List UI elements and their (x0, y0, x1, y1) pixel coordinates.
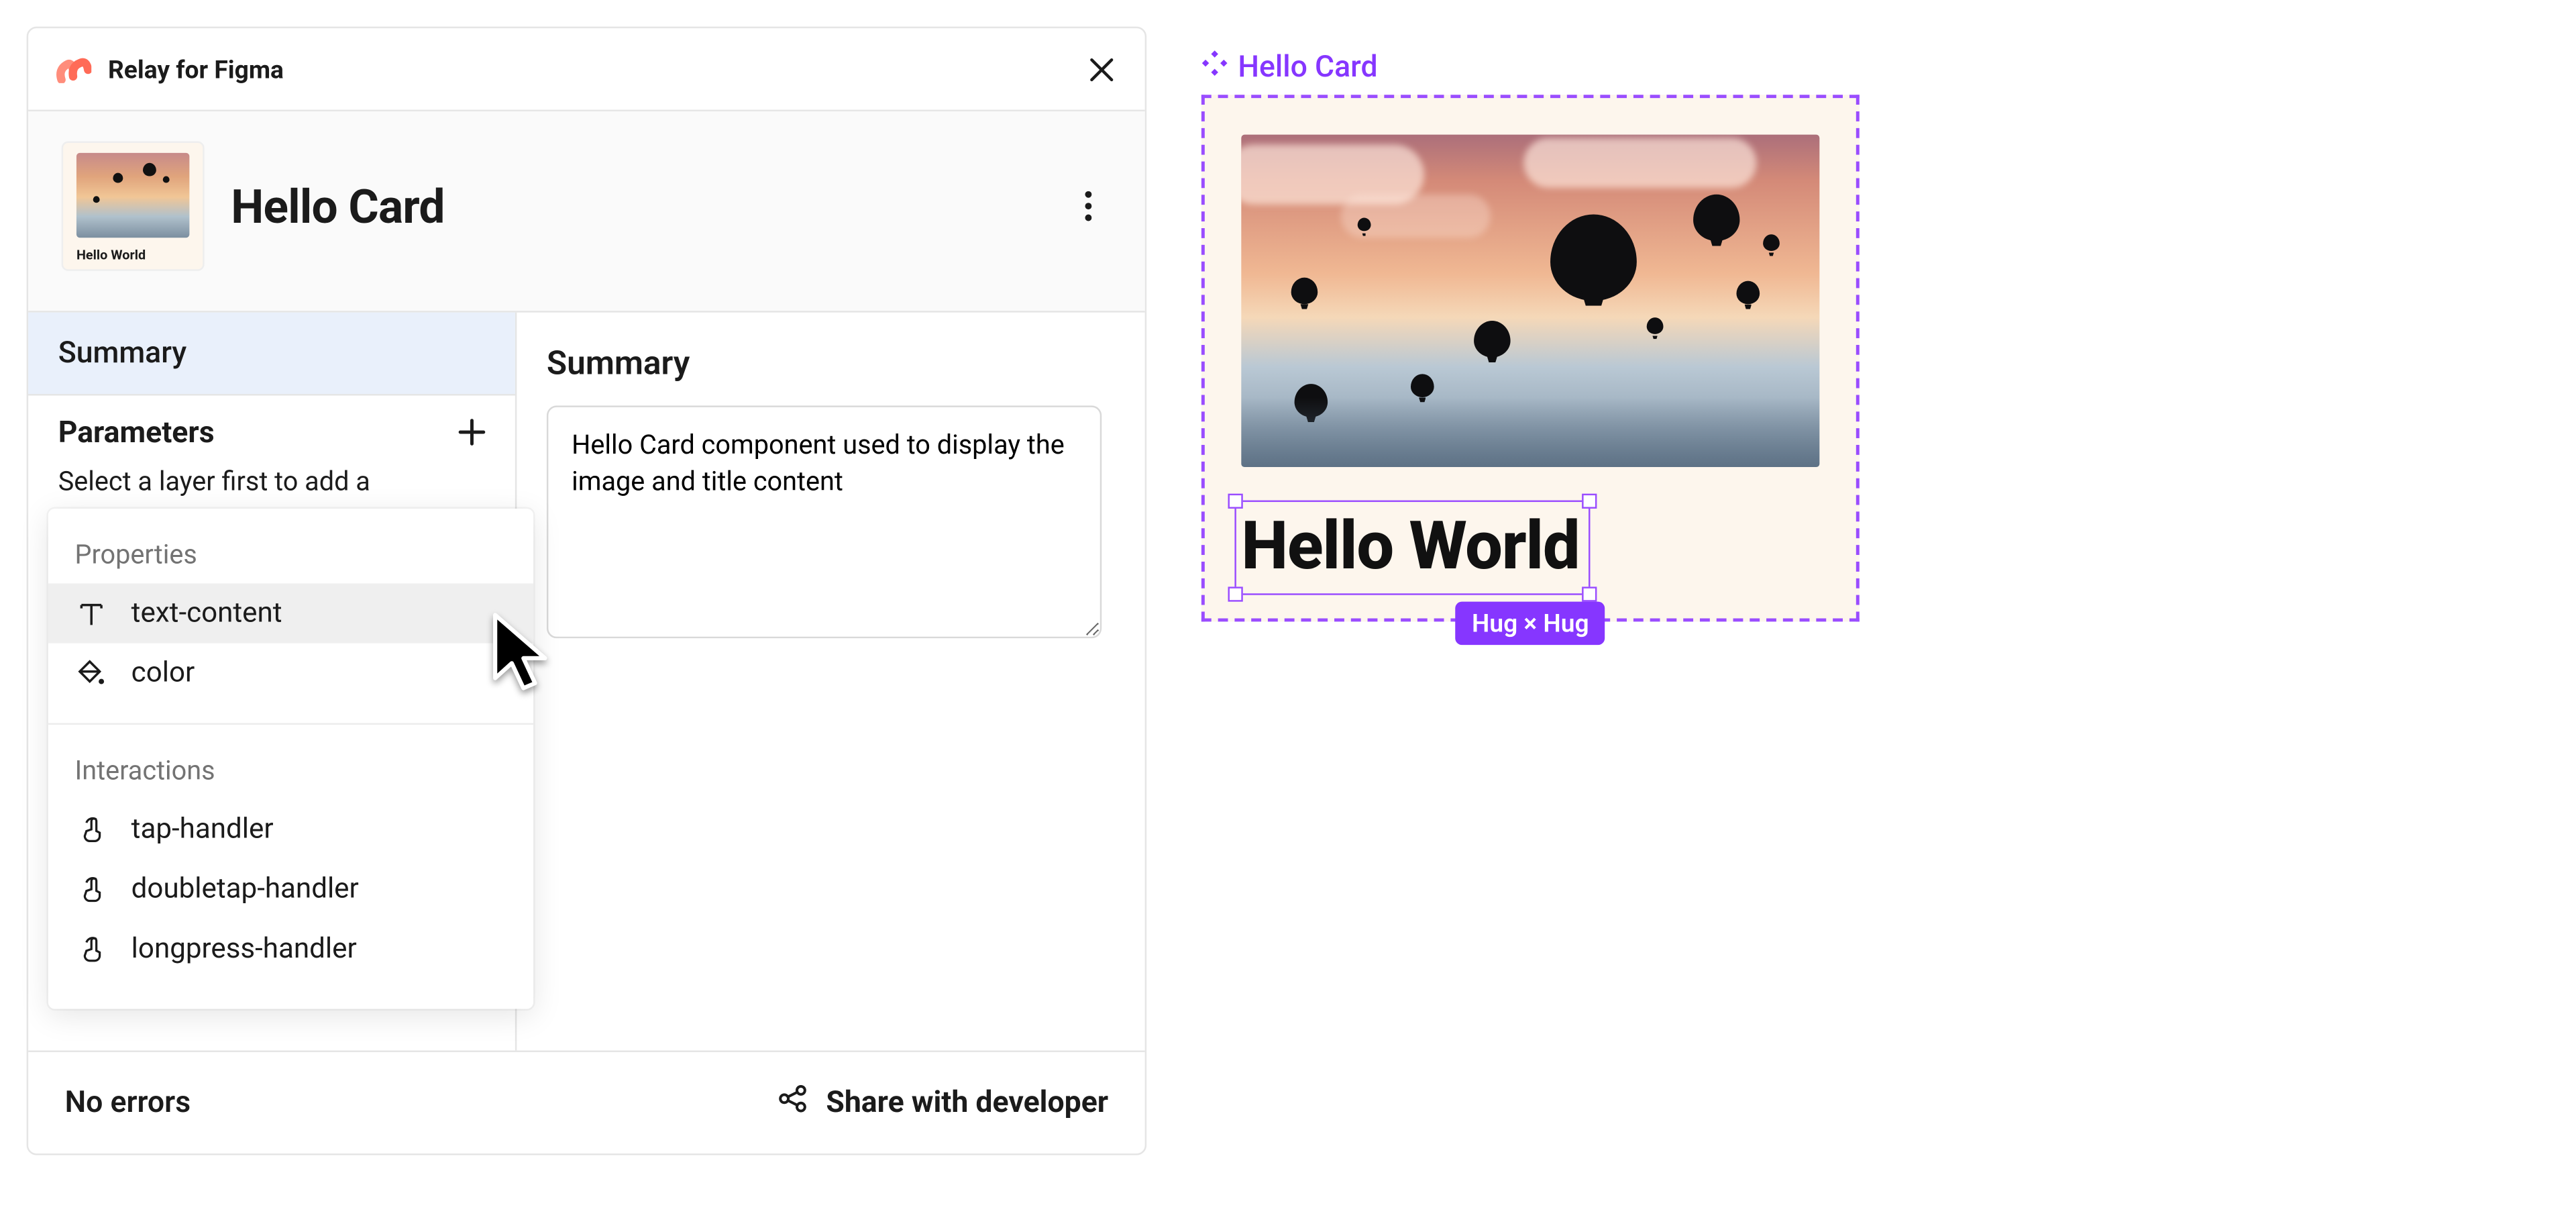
popover-item-text-content[interactable]: text-content (48, 583, 533, 643)
titlebar: Relay for Figma (28, 28, 1145, 111)
popover-group-properties: Properties (48, 529, 533, 584)
share-with-developer-button[interactable]: Share with developer (776, 1082, 1108, 1124)
component-frame-label[interactable]: Hello Card (1201, 50, 1860, 85)
popover-item-label: doubletap-handler (131, 872, 359, 906)
close-button[interactable] (1085, 52, 1118, 86)
tap-icon (74, 872, 108, 906)
add-parameter-popover: Properties text-content color Interactio… (48, 509, 533, 1009)
popover-item-color[interactable]: color (48, 644, 533, 703)
selection-handle[interactable] (1581, 586, 1596, 601)
tap-icon (74, 813, 108, 846)
hello-card-image (1241, 135, 1819, 467)
relay-logo-icon (55, 56, 91, 83)
popover-item-label: tap-handler (131, 813, 274, 846)
popover-separator (48, 723, 533, 724)
popover-item-longpress-handler[interactable]: longpress-handler (48, 919, 533, 979)
thumbnail-caption: Hello World (76, 248, 189, 262)
hello-card-text: Hello World (1241, 507, 1579, 584)
summary-textarea[interactable] (547, 405, 1102, 638)
main-content: Summary (517, 313, 1144, 1051)
popover-item-label: text-content (131, 597, 282, 630)
popover-item-label: color (131, 656, 195, 690)
share-label: Share with developer (826, 1085, 1108, 1120)
tap-icon (74, 933, 108, 966)
component-header: Hello World Hello Card (28, 111, 1145, 313)
tab-summary[interactable]: Summary (28, 313, 515, 396)
component-icon (1201, 50, 1228, 85)
popover-item-label: longpress-handler (131, 933, 357, 966)
autolayout-size-pill: Hug × Hug (1455, 602, 1605, 645)
app-title: Relay for Figma (108, 54, 284, 85)
component-thumbnail: Hello World (62, 142, 205, 271)
figma-canvas: Hello Card Hello World (1201, 50, 1860, 621)
fill-icon (74, 656, 108, 690)
status-text: No errors (65, 1085, 191, 1120)
share-icon (776, 1082, 810, 1124)
add-parameter-button[interactable] (452, 412, 492, 452)
thumbnail-image (76, 153, 189, 238)
titlebar-left: Relay for Figma (55, 54, 284, 85)
text-icon (74, 597, 108, 630)
hello-card-text-layer[interactable]: Hello World (1241, 507, 1579, 584)
component-name: Hello Card (231, 178, 444, 234)
selection-handle[interactable] (1228, 586, 1243, 601)
main-heading: Summary (547, 342, 1115, 382)
popover-group-interactions: Interactions (48, 745, 533, 800)
parameters-header: Parameters (28, 396, 515, 466)
popover-item-doubletap-handler[interactable]: doubletap-handler (48, 860, 533, 919)
selection-handle[interactable] (1581, 494, 1596, 509)
hello-card-frame[interactable]: Hello World Hug × Hug (1201, 95, 1860, 621)
panel-footer: No errors Share with developer (28, 1050, 1145, 1154)
popover-item-tap-handler[interactable]: tap-handler (48, 799, 533, 859)
parameters-label: Parameters (58, 415, 215, 450)
overflow-menu-button[interactable] (1065, 183, 1112, 229)
component-frame-name: Hello Card (1238, 50, 1377, 85)
parameters-hint: Select a layer first to add a (28, 466, 515, 507)
